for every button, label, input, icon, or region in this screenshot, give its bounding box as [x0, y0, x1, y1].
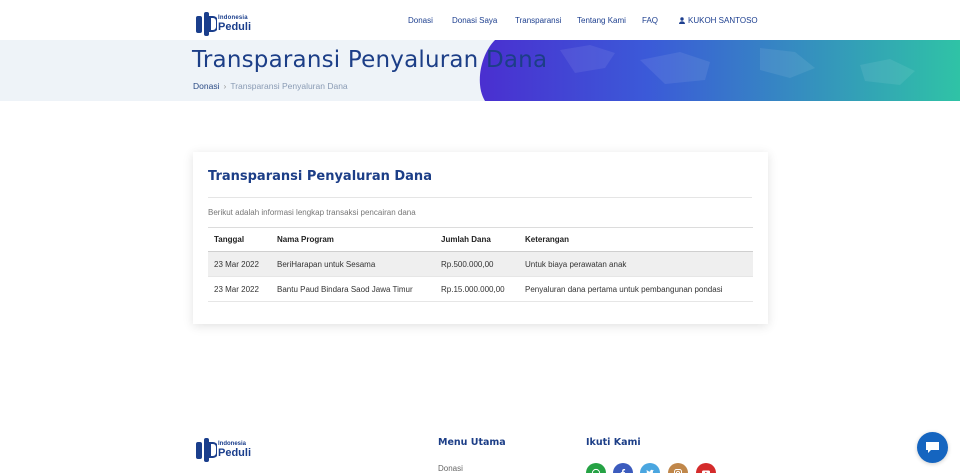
disbursement-table: Tanggal Nama Program Jumlah Dana Keteran… — [208, 227, 753, 302]
card-title: Transparansi Penyaluran Dana — [208, 169, 432, 184]
nav-item-tentang-kami[interactable]: Tentang Kami — [577, 16, 626, 25]
column-header-tanggal: Tanggal — [208, 227, 271, 252]
cell-tanggal: 23 Mar 2022 — [208, 276, 271, 302]
cell-jumlah-dana: Rp.500.000,00 — [435, 251, 519, 277]
cell-keterangan: Penyaluran dana pertama untuk pembanguna… — [519, 276, 753, 302]
nav-item-donasi[interactable]: Donasi — [408, 16, 433, 25]
cell-nama-program: Bantu Paud Bindara Saod Jawa Timur — [271, 276, 435, 302]
card-description: Berikut adalah informasi lengkap transak… — [208, 208, 416, 217]
brand-logo-icon — [196, 12, 217, 36]
cell-nama-program: BeriHarapan untuk Sesama — [271, 251, 435, 277]
top-navbar: Indonesia Peduli Donasi Donasi Saya Tran… — [0, 0, 960, 40]
breadcrumb-separator: › — [223, 81, 227, 91]
brand-logo-icon — [196, 438, 217, 462]
facebook-icon — [620, 469, 626, 473]
footer-logo[interactable]: Indonesia Peduli — [195, 437, 253, 465]
brand-name-big: Peduli — [218, 21, 252, 33]
brand-name-big: Peduli — [218, 447, 252, 459]
whatsapp-icon — [591, 468, 601, 473]
social-youtube-button[interactable] — [696, 463, 716, 473]
nav-item-faq[interactable]: FAQ — [642, 16, 658, 25]
social-instagram-button[interactable] — [668, 463, 688, 473]
nav-user-menu[interactable]: KUKOH SANTOSO — [679, 16, 758, 25]
footer-menu-title: Menu Utama — [438, 437, 506, 448]
nav-item-transparansi[interactable]: Transparansi — [515, 16, 561, 25]
breadcrumb: Donasi › Transparansi Penyaluran Dana — [193, 81, 348, 91]
social-facebook-button[interactable] — [613, 463, 633, 473]
table-row: 23 Mar 2022 BeriHarapan untuk Sesama Rp.… — [208, 251, 753, 277]
column-header-jumlah-dana: Jumlah Dana — [435, 227, 519, 252]
cell-tanggal: 23 Mar 2022 — [208, 251, 271, 277]
youtube-icon — [702, 470, 710, 473]
column-header-keterangan: Keterangan — [519, 227, 753, 252]
nav-item-donasi-saya[interactable]: Donasi Saya — [452, 16, 497, 25]
cell-keterangan: Untuk biaya perawatan anak — [519, 251, 753, 277]
column-header-nama-program: Nama Program — [271, 227, 435, 252]
brand-logo[interactable]: Indonesia Peduli — [195, 11, 253, 39]
social-twitter-button[interactable] — [640, 463, 660, 473]
live-chat-button[interactable] — [917, 432, 948, 463]
breadcrumb-current: Transparansi Penyaluran Dana — [230, 81, 348, 91]
footer-link-donasi[interactable]: Donasi — [438, 464, 463, 473]
table-header-row: Tanggal Nama Program Jumlah Dana Keteran… — [208, 227, 753, 252]
nav-user-name: KUKOH SANTOSO — [688, 16, 758, 25]
card-divider — [208, 197, 752, 198]
page-title: Transparansi Penyaluran Dana — [192, 47, 548, 73]
twitter-icon — [646, 469, 654, 473]
instagram-icon — [674, 469, 682, 473]
social-whatsapp-button[interactable] — [586, 463, 606, 473]
chat-bubble-icon — [926, 442, 939, 453]
table-row: 23 Mar 2022 Bantu Paud Bindara Saod Jawa… — [208, 276, 753, 302]
cell-jumlah-dana: Rp.15.000.000,00 — [435, 276, 519, 302]
user-icon — [679, 17, 685, 24]
breadcrumb-link-donasi[interactable]: Donasi — [193, 81, 219, 91]
transparency-card: Transparansi Penyaluran Dana Berikut ada… — [193, 152, 768, 324]
footer-follow-title: Ikuti Kami — [586, 437, 641, 448]
